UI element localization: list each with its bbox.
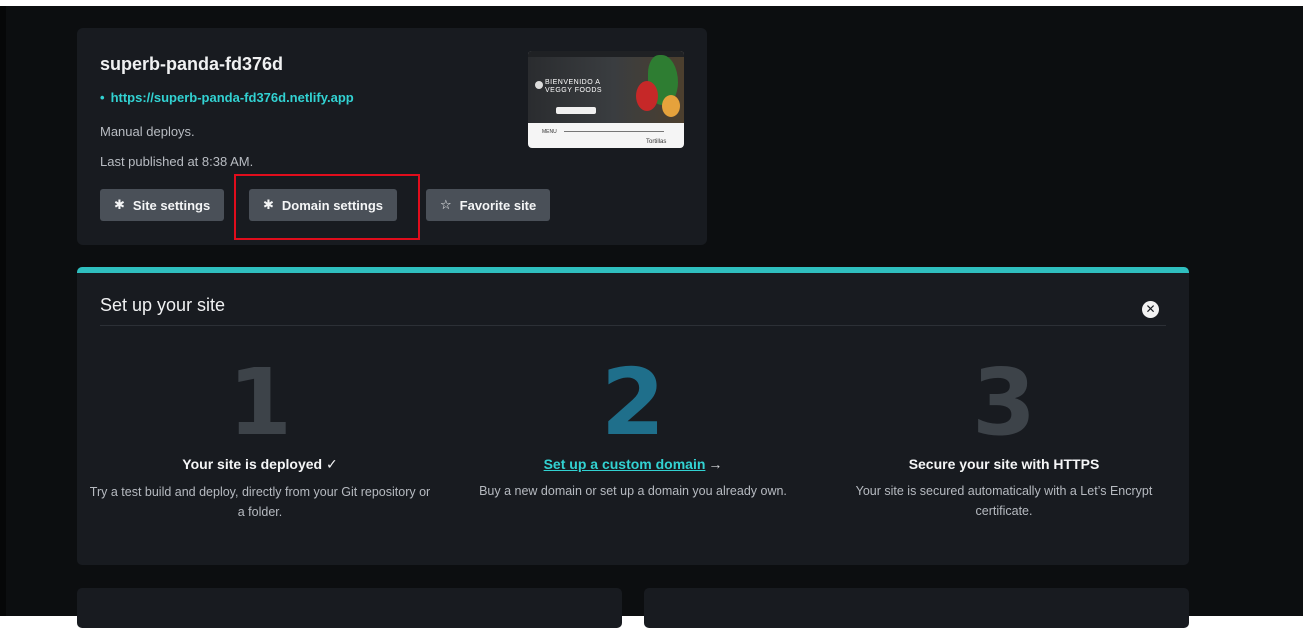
thumbnail-arrow-icon: [535, 81, 543, 89]
bullet-icon: •: [100, 90, 105, 105]
setup-accent-bar: [77, 267, 1189, 273]
sidebar-strip: [0, 6, 6, 616]
thumbnail-menu-label: MENU: [542, 129, 557, 135]
step-description: Try a test build and deploy, directly fr…: [89, 485, 431, 519]
gear-icon: ✱: [114, 197, 125, 212]
custom-domain-link[interactable]: Set up a custom domain: [544, 456, 706, 472]
thumbnail-heading-line1: BIENVENIDO A: [545, 79, 601, 86]
step-title: Secure your site with HTTPS: [908, 456, 1100, 472]
setup-site-card: Set up your site ✕ 1 Your site is deploy…: [77, 267, 1189, 565]
step-description: Buy a new domain or set up a domain you …: [479, 484, 787, 498]
step-number: 1: [227, 349, 292, 456]
setup-divider: [100, 325, 1166, 326]
app-main: superb-panda-fd376d • https://superb-pand…: [0, 6, 1303, 628]
favorite-site-button[interactable]: ☆ Favorite site: [426, 189, 551, 221]
step-title: Set up a custom domain →: [453, 456, 813, 472]
thumbnail-heading: BIENVENIDO A VEGGY FOODS: [545, 79, 602, 95]
step-number: 2: [600, 349, 665, 456]
site-url-link[interactable]: • https://superb-panda-fd376d.netlify.app: [100, 90, 354, 105]
last-published-text: Last published at 8:38 AM.: [100, 154, 254, 169]
thumbnail-divider: [564, 131, 664, 132]
deploy-mode-text: Manual deploys.: [100, 124, 195, 139]
thumbnail-heading-line2: VEGGY FOODS: [545, 87, 603, 94]
setup-step-2: 2 Set up a custom domain → Buy a new doma…: [453, 349, 813, 501]
site-settings-button[interactable]: ✱ Site settings: [100, 189, 225, 221]
thumbnail-button: [556, 107, 596, 114]
thumbnail-vegetable: [662, 95, 680, 117]
step-description: Your site is secured automatically with …: [855, 484, 1153, 518]
setup-title: Set up your site: [100, 295, 226, 315]
thumbnail-item-label: Tortillas: [646, 139, 667, 145]
favorite-site-label: Favorite site: [459, 197, 537, 213]
site-overview-card: superb-panda-fd376d • https://superb-pand…: [77, 28, 707, 245]
setup-step-1: 1 Your site is deployed ✓ Try a test bui…: [80, 349, 440, 522]
thumbnail-vegetable: [636, 81, 658, 111]
arrow-right-icon: →: [708, 456, 723, 472]
star-outline-icon: ☆: [440, 197, 452, 212]
annotation-highlight-box: [234, 174, 420, 240]
site-preview-thumbnail[interactable]: BIENVENIDO A VEGGY FOODS MENU Tortillas: [528, 51, 684, 148]
step-number: 3: [971, 349, 1036, 456]
lower-card-right: [644, 588, 1189, 628]
setup-step-3: 3 Secure your site with HTTPS Your site …: [824, 349, 1184, 521]
step-title: Your site is deployed ✓: [182, 456, 338, 472]
lower-card-left: [77, 588, 622, 628]
site-settings-label: Site settings: [132, 197, 211, 213]
close-icon[interactable]: ✕: [1142, 301, 1159, 318]
site-url-text: https://superb-panda-fd376d.netlify.app: [110, 90, 354, 105]
site-name: superb-panda-fd376d: [100, 54, 284, 74]
